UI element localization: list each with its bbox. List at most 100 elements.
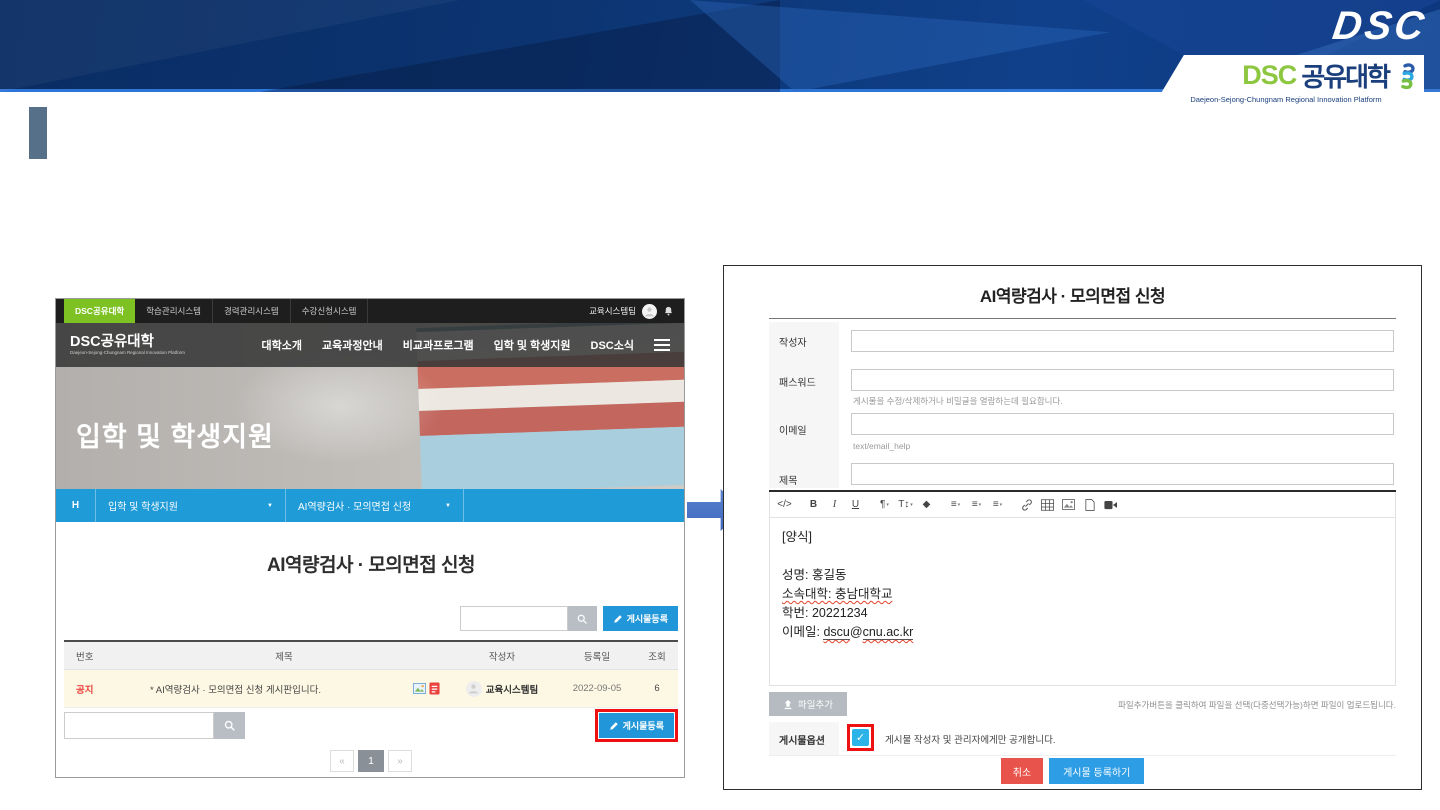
hero-section: DSC공유대학 Daejeon-Sejong-Chungnam Regional… xyxy=(56,323,684,489)
utility-tab-dsc[interactable]: DSC공유대학 xyxy=(64,299,135,323)
search-input-bottom[interactable] xyxy=(64,712,214,739)
editor-line-email: 이메일: dscu@cnu.ac.kr xyxy=(782,623,1383,642)
nav-item-news[interactable]: DSC소식 xyxy=(591,337,634,353)
font-color-icon[interactable]: ◆ xyxy=(916,495,937,515)
chevron-down-icon: ▼ xyxy=(267,503,273,509)
link-icon[interactable] xyxy=(1016,495,1037,515)
post-attachment-icons xyxy=(413,682,440,695)
breadcrumb-level1[interactable]: 입학 및 학생지원 ▼ xyxy=(96,489,286,522)
insert-file-icon[interactable] xyxy=(1079,495,1100,515)
code-view-icon[interactable]: </> xyxy=(774,495,795,515)
board-search-top: 게시물등록 xyxy=(460,606,678,631)
board-section: AI역량검사 · 모의면접 신청 게시물등록 번호 xyxy=(64,522,678,778)
breadcrumb-level2[interactable]: AI역량검사 · 모의면접 신청 ▼ xyxy=(286,489,464,522)
site-logo[interactable]: DSC공유대학 Daejeon-Sejong-Chungnam Regional… xyxy=(70,335,185,356)
dsc-corner-logo: DSC xyxy=(1329,4,1429,49)
search-button[interactable] xyxy=(568,606,597,631)
form-actions: 취소 게시물 등록하기 xyxy=(724,758,1421,784)
password-field[interactable] xyxy=(851,369,1394,391)
site-screenshot-panel: DSC공유대학 학습관리시스템 경력관리시스템 수강신청시스템 교육시스템팀 xyxy=(55,298,685,778)
insert-video-icon[interactable] xyxy=(1100,495,1121,515)
user-name: 교육시스템팀 xyxy=(589,305,636,317)
post-title[interactable]: * AI역량검사 · 모의면접 신청 게시판입니다. xyxy=(150,682,321,696)
upload-icon xyxy=(783,699,793,710)
editor-content[interactable]: [양식] 성명: 홍길동 소속대학: 충남대학교 학번: 20221234 이메… xyxy=(769,518,1396,686)
editor-toolbar: </> B I U ¶▾ T↕▾ ◆ ≡▾ ≡▾ ≡▾ xyxy=(769,492,1396,518)
subject-field[interactable] xyxy=(851,463,1394,485)
register-post-button-top[interactable]: 게시물등록 xyxy=(603,606,678,631)
search-input[interactable] xyxy=(460,606,568,631)
email-label: 이메일 xyxy=(769,410,839,460)
align-icon[interactable]: ≡▾ xyxy=(945,495,966,515)
post-date: 2022-09-05 xyxy=(558,683,636,694)
notice-badge: 공지 xyxy=(76,685,93,696)
board-title: AI역량검사 · 모의면접 신청 xyxy=(64,522,678,577)
table-header: 번호 제목 작성자 등록일 조회 xyxy=(64,642,678,670)
font-size-icon[interactable]: T↕▾ xyxy=(895,495,916,515)
form-row-author: 작성자 xyxy=(769,322,1396,362)
file-attachment-icon xyxy=(429,682,440,695)
submit-post-button[interactable]: 게시물 등록하기 xyxy=(1049,758,1144,784)
avatar[interactable] xyxy=(642,304,657,319)
board-table: 번호 제목 작성자 등록일 조회 공지 * AI역량검사 · 모의면접 신청 게… xyxy=(64,640,678,708)
nav-item-program[interactable]: 비교과프로그램 xyxy=(403,337,474,353)
pagination-prev[interactable]: « xyxy=(330,750,354,772)
pencil-icon xyxy=(613,614,623,624)
cancel-button[interactable]: 취소 xyxy=(1001,758,1043,784)
post-form-panel: AI역량검사 · 모의면접 신청 작성자 패스워드 게시물을 수정/삭제하거나 … xyxy=(723,265,1422,790)
bell-icon[interactable] xyxy=(663,305,674,317)
underline-icon[interactable]: U xyxy=(845,495,866,515)
bold-icon[interactable]: B xyxy=(803,495,824,515)
paragraph-style-icon[interactable]: ¶▾ xyxy=(874,495,895,515)
unordered-list-icon[interactable]: ≡▾ xyxy=(987,495,1008,515)
add-file-button[interactable]: 파일추가 xyxy=(769,692,847,716)
password-help: 게시물을 수정/삭제하거나 비밀글을 열람하는데 필요합니다. xyxy=(853,395,1063,407)
image-attachment-icon xyxy=(413,683,426,694)
file-help-text: 파일추가버튼을 클릭하여 파일을 선택(다중선택가능)하면 파일이 업로드됩니다… xyxy=(1118,699,1396,711)
utility-tab-career[interactable]: 경력관리시스템 xyxy=(213,299,291,323)
email-help: text/email_help xyxy=(853,441,910,451)
search-button-bottom[interactable] xyxy=(214,712,245,739)
search-icon xyxy=(576,613,588,625)
utility-tab-lms[interactable]: 학습관리시스템 xyxy=(135,299,213,323)
form-title: AI역량검사 · 모의면접 신청 xyxy=(724,282,1421,307)
ordered-list-icon[interactable]: ≡▾ xyxy=(966,495,987,515)
private-post-checkbox[interactable]: ✓ xyxy=(852,729,869,746)
table-icon[interactable] xyxy=(1037,495,1058,515)
email-domain-link[interactable]: cnu.ac.kr xyxy=(863,625,914,640)
post-options-row: 게시물옵션 ✓ 게시물 작성자 및 관리자에게만 공개합니다. xyxy=(769,722,1396,756)
form-row-subject: 제목 xyxy=(769,460,1396,488)
insert-image-icon[interactable] xyxy=(1058,495,1079,515)
editor-line-student-id: 학번: 20221234 xyxy=(782,604,1383,623)
breadcrumb: H 입학 및 학생지원 ▼ AI역량검사 · 모의면접 신청 ▼ xyxy=(56,489,684,522)
subject-label: 제목 xyxy=(769,460,839,488)
editor-line-university: 소속대학: 충남대학교 xyxy=(782,587,892,601)
person-icon xyxy=(643,305,656,318)
title-divider xyxy=(769,318,1396,319)
email-user-link[interactable]: dscu xyxy=(823,625,849,640)
header-no: 번호 xyxy=(64,649,122,663)
hamburger-icon[interactable] xyxy=(654,336,670,354)
email-field[interactable] xyxy=(851,413,1394,435)
dsc-brand-logo: DSC 공유대학 Daejeon-Sejong-Chungnam Regiona… xyxy=(1148,55,1424,115)
post-views: 6 xyxy=(636,683,678,694)
author-field[interactable] xyxy=(851,330,1394,352)
search-icon xyxy=(223,719,236,732)
italic-icon[interactable]: I xyxy=(824,495,845,515)
utility-tab-enroll[interactable]: 수강신청시스템 xyxy=(291,299,369,323)
register-post-button-bottom[interactable]: 게시물등록 xyxy=(599,713,674,738)
nav-item-intro[interactable]: 대학소개 xyxy=(262,337,302,353)
pagination-page-1[interactable]: 1 xyxy=(358,750,384,772)
author-label: 작성자 xyxy=(769,322,839,362)
pagination-next[interactable]: » xyxy=(388,750,412,772)
breadcrumb-home[interactable]: H xyxy=(56,489,96,522)
slide-title-bar xyxy=(29,107,47,159)
editor-line-blank xyxy=(782,547,1383,566)
nav-item-curriculum[interactable]: 교육과정안내 xyxy=(322,337,383,353)
header-author: 작성자 xyxy=(446,649,558,663)
user-menu[interactable]: 교육시스템팀 xyxy=(589,299,684,323)
nav-item-admission[interactable]: 입학 및 학생지원 xyxy=(494,337,571,353)
checkbox-label: 게시물 작성자 및 관리자에게만 공개합니다. xyxy=(885,732,1056,746)
table-row[interactable]: 공지 * AI역량검사 · 모의면접 신청 게시판입니다. xyxy=(64,670,678,708)
page: DSC DSC 공유대학 Daejeon-Sejong-Chungnam Reg… xyxy=(0,0,1440,810)
